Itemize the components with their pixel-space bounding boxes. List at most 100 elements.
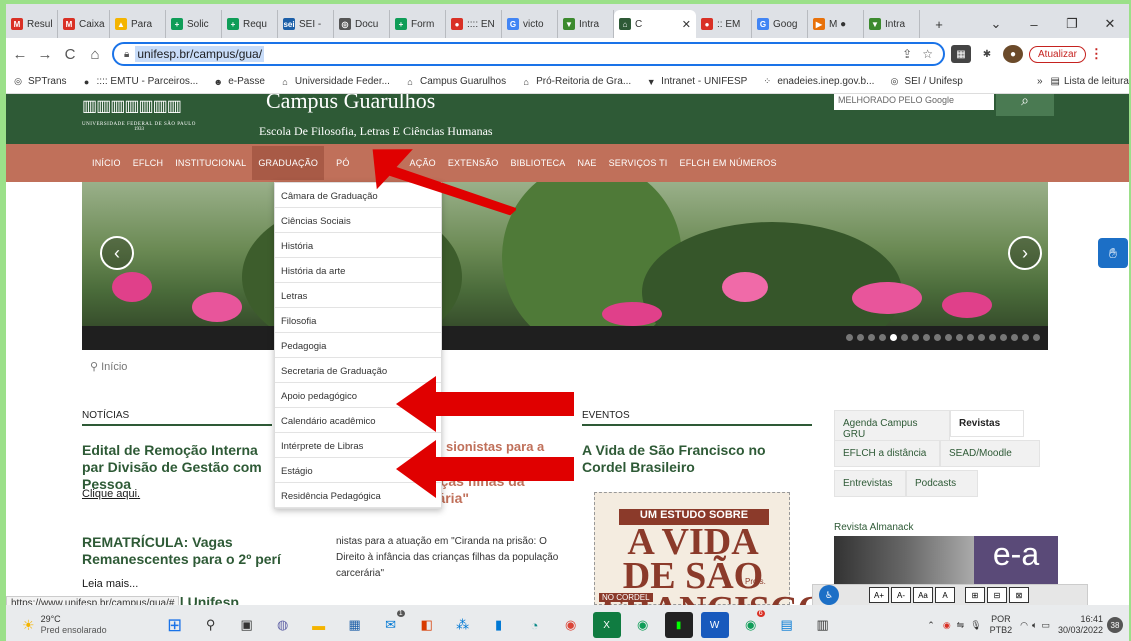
file-explorer-icon[interactable]: ▬ [305,612,333,638]
vlibras-hand-icon[interactable]: ✋︎ [1098,238,1128,268]
carousel-dot[interactable] [967,334,974,341]
close-tab-icon[interactable]: ✕ [682,18,691,31]
dropdown-item[interactable]: Pedagogia [275,333,441,358]
notification-count-badge[interactable]: 38 [1107,617,1123,633]
tab-search-icon[interactable]: ⌄ [977,10,1015,38]
dropdown-item[interactable]: História [275,233,441,258]
main-menu-item[interactable]: EFLCH [133,158,164,168]
right-panel-tab[interactable]: Podcasts [906,470,978,497]
campus-title[interactable]: Campus Guarulhos [266,94,435,114]
browser-tab[interactable]: + Solic [166,10,222,38]
language-indicator[interactable]: POR PTB2 [990,614,1013,636]
accessibility-button[interactable]: ⊞ [965,587,985,603]
weather-icon[interactable]: ☀ [22,617,35,634]
main-menu-item[interactable]: BIBLIOTECA [510,158,565,168]
accessibility-icon[interactable]: ♿︎ [819,585,839,605]
carousel-dot[interactable] [1011,334,1018,341]
edge-icon[interactable]: ◔ [521,612,549,638]
news-item-title[interactable]: REMATRÍCULA: Vagas Remanescentes para o … [82,534,282,568]
volume-icon[interactable]: 🔈︎ [1032,620,1037,631]
outlook-icon[interactable]: ✉ 1 [377,610,405,638]
bookmark-star-icon[interactable]: ☆ [922,47,933,61]
carousel-dot[interactable] [879,334,886,341]
reading-list-label[interactable]: Lista de leitura [1064,76,1129,87]
carousel-dot[interactable] [923,334,930,341]
carousel-next-button[interactable]: › [1008,236,1042,270]
browser-tab[interactable]: M Resul [6,10,58,38]
search-icon[interactable]: ⚲ [197,612,225,638]
bookmark-item[interactable]: ◎ SPTrans [12,76,66,88]
excel-icon[interactable]: X [592,612,621,638]
cordel-cover-image[interactable]: UM ESTUDO SOBRE A VIDA DE SÃO FRANCISCO … [594,492,827,605]
office-icon[interactable]: ◧ [413,612,441,638]
bookmark-item[interactable]: ☻ e-Passe [212,76,264,88]
event-title[interactable]: A Vida de São Francisco no Cordel Brasil… [582,442,812,476]
browser-tab[interactable]: ●:::: EN [446,10,502,38]
chrome-profile-icon[interactable]: ◉ [629,612,657,638]
browser-tab[interactable]: M Caixa [58,10,110,38]
carousel-prev-button[interactable]: ‹ [100,236,134,270]
network-app-icon[interactable]: ⁂ [449,612,477,638]
right-panel-tab[interactable]: EFLCH a distância [834,440,940,467]
carousel-dot[interactable] [890,334,897,341]
store-icon[interactable]: ▮ [485,612,513,638]
main-menu-item[interactable]: EFLCH EM NÚMEROS [680,158,777,168]
menu-kebab-icon[interactable]: ⋮ [1090,46,1103,62]
accessibility-button[interactable]: ⊠ [1009,587,1029,603]
chrome-alt-icon[interactable]: ◉ 6 [737,610,765,638]
browser-tab[interactable]: G Goog [752,10,808,38]
dropdown-item[interactable]: Letras [275,283,441,308]
main-menu-item[interactable]: GRADUAÇÃO [252,146,325,180]
teams-chat-icon[interactable]: ◍ [269,612,297,638]
weather-widget[interactable]: 29°C Pred ensolarado [41,614,107,636]
browser-tab[interactable]: ▲ Para [110,10,166,38]
update-button[interactable]: Atualizar [1029,45,1086,63]
profile-avatar-icon[interactable]: ● [1003,45,1023,63]
news-read-more-link[interactable]: Leia mais... [82,578,138,590]
maximize-icon[interactable]: ❐ [1053,10,1091,38]
minimize-icon[interactable]: – [1015,10,1053,38]
carousel-dot[interactable] [1033,334,1040,341]
carousel-dot[interactable] [1022,334,1029,341]
carousel-dot[interactable] [868,334,875,341]
almanack-label[interactable]: Revista Almanack [834,522,913,533]
browser-tab[interactable]: ▼ Intra [864,10,920,38]
bookmark-item[interactable]: ⁘ enadeies.inep.gov.b... [761,76,875,88]
new-tab-button[interactable]: + [920,10,958,38]
back-button-icon[interactable]: ← [9,46,31,63]
dropdown-item[interactable]: Filosofia [275,308,441,333]
main-menu-item[interactable]: SERVIÇOS TI [609,158,668,168]
right-panel-tab[interactable]: Entrevistas [834,470,906,497]
bookmark-item[interactable]: ⌂ Pró-Reitoria de Gra... [520,76,631,88]
clock[interactable]: 16:41 30/03/2022 [1058,614,1103,636]
windows-start-icon[interactable]: ⊞ [161,612,189,638]
more-bookmarks-icon[interactable]: » [1037,76,1043,87]
chrome-icon[interactable]: ◉ [557,612,585,638]
unifesp-logo[interactable]: ▥▥▥▥▥▥▥ UNIVERSIDADE FEDERAL DE SÃO PAUL… [82,96,196,132]
browser-tab[interactable]: ◎ Docu [334,10,390,38]
breadcrumb-home[interactable]: Início [101,361,127,373]
reader-icon[interactable]: ▥ [809,612,837,638]
news-item-link[interactable]: Clique aqui. [82,488,140,500]
reload-button-icon[interactable]: C [59,46,81,63]
carousel-dot[interactable] [846,334,853,341]
notepad-icon[interactable]: ▤ [773,612,801,638]
carousel-dot[interactable] [912,334,919,341]
close-window-icon[interactable]: ✕ [1091,10,1129,38]
browser-tab[interactable]: ⌂ C ✕ [614,10,696,38]
browser-tab[interactable]: ▼ Intra [558,10,614,38]
word-icon[interactable]: W [700,612,729,638]
browser-tab[interactable]: Gvicto [502,10,558,38]
accessibility-button[interactable]: Aa [913,587,933,603]
carousel-dot[interactable] [956,334,963,341]
browser-tab[interactable]: ●:: EM [696,10,752,38]
bookmark-item[interactable]: ⌂ Universidade Feder... [279,76,390,88]
main-menu-item[interactable]: INSTITUCIONAL [175,158,246,168]
bookmark-item[interactable]: ●:::: EMTU - Parceiros... [81,76,198,88]
accessibility-button[interactable]: ⊟ [987,587,1007,603]
accessibility-button[interactable]: A [935,587,955,603]
address-bar[interactable]: 🔒︎ unifesp.br/campus/gua/ ⇪ ☆ [112,42,945,66]
right-panel-tab[interactable]: Revistas [950,410,1024,437]
carousel-dot[interactable] [989,334,996,341]
browser-tab[interactable]: ▶ M ● [808,10,864,38]
